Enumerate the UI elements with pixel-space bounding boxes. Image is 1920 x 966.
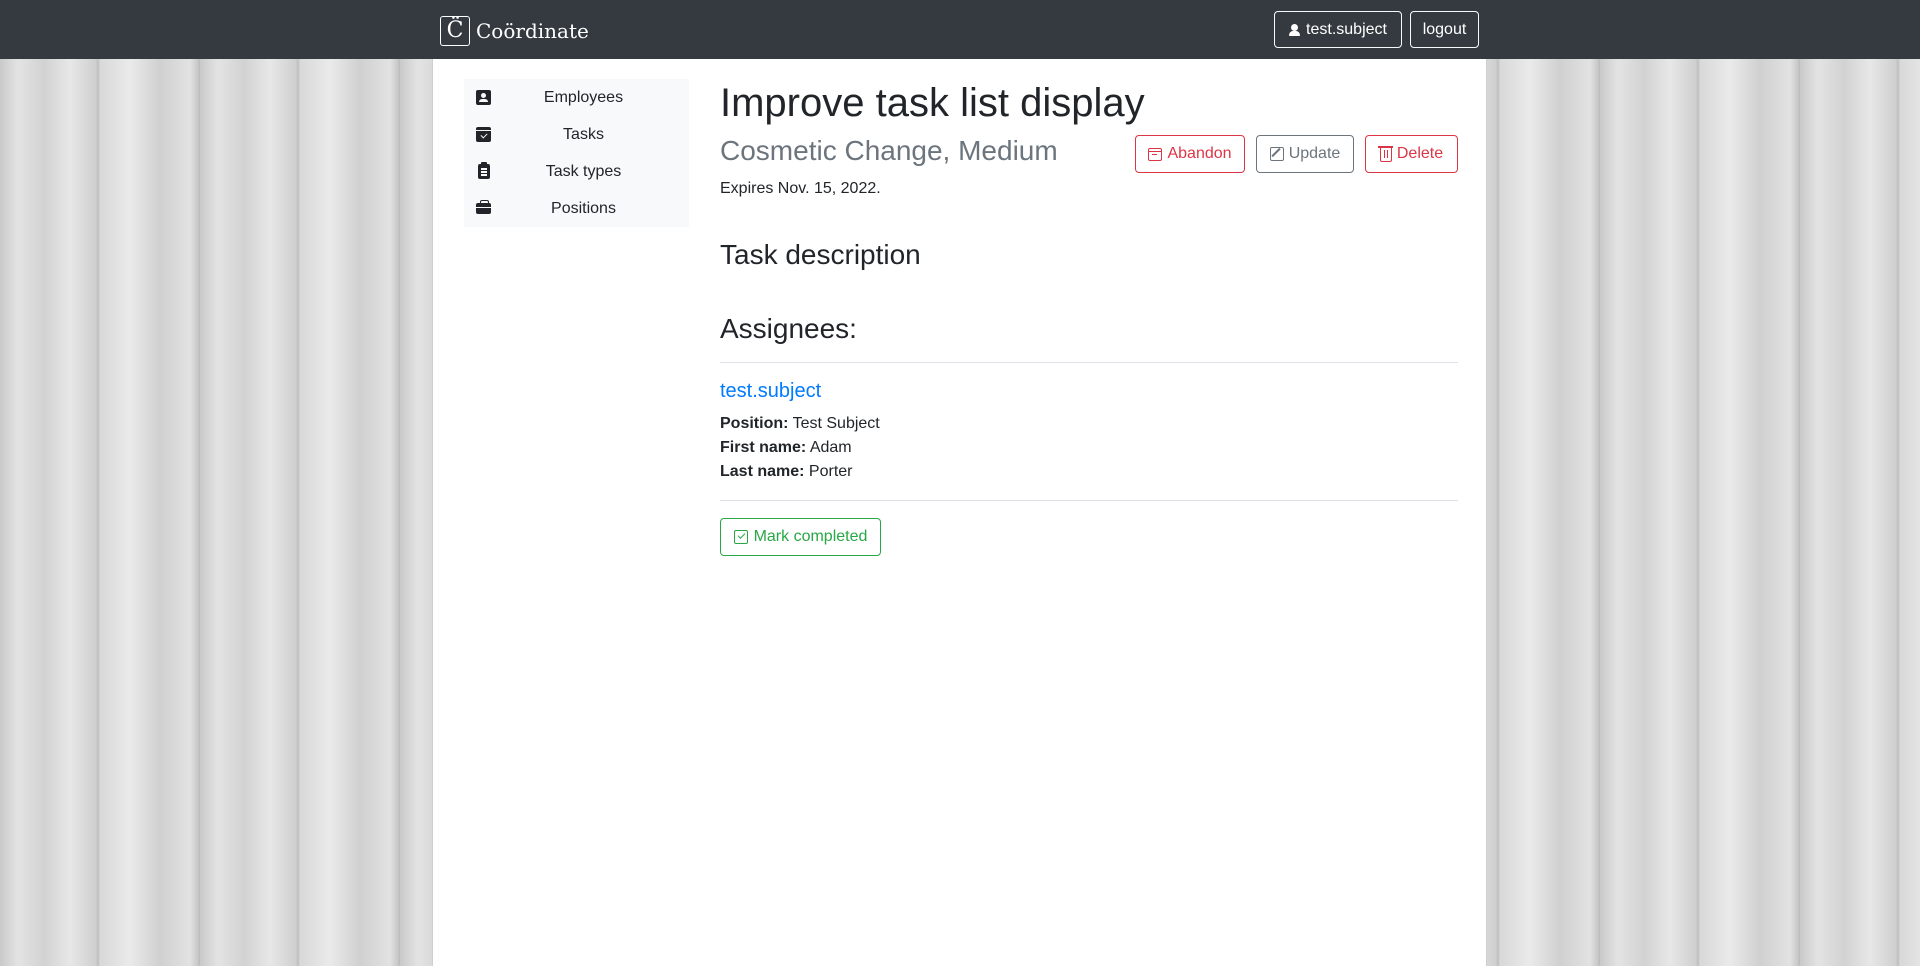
assignee-username-link[interactable]: test.subject — [720, 380, 821, 403]
delete-button[interactable]: Delete — [1365, 135, 1458, 173]
brand-name: Coördinate — [476, 19, 589, 43]
divider — [720, 500, 1458, 501]
sidebar-item-label: Task types — [545, 162, 622, 180]
sidebar-item-task-types[interactable]: Task types — [464, 153, 689, 190]
sidebar-item-label: Tasks — [563, 125, 604, 143]
task-type-subtitle: Cosmetic Change, Medium — [720, 135, 1058, 166]
last-name-label: Last name: — [720, 463, 805, 480]
sidebar-item-label: Employees — [543, 88, 624, 106]
position-label: Position: — [720, 415, 789, 432]
divider — [720, 362, 1458, 363]
position-value: Test Subject — [792, 415, 880, 432]
edit-icon — [1269, 147, 1284, 161]
mark-completed-button[interactable]: Mark completed — [720, 518, 881, 556]
last-name-value: Porter — [808, 463, 853, 480]
user-profile-button[interactable]: test.subject — [1274, 11, 1402, 48]
expiry-date: Expires Nov. 15, 2022. — [720, 180, 881, 197]
brand-logo-icon: C̈ — [440, 16, 470, 46]
assignee-position: Position: Test Subject — [720, 415, 880, 433]
update-label: Update — [1288, 145, 1341, 162]
trash-icon — [1377, 146, 1393, 162]
check-square-icon — [733, 530, 748, 544]
sidebar-item-positions[interactable]: Positions — [464, 190, 689, 227]
delete-label: Delete — [1396, 145, 1444, 162]
logout-button[interactable]: logout — [1410, 11, 1479, 48]
sidebar-item-employees[interactable]: Employees — [464, 79, 689, 116]
abandon-label: Abandon — [1167, 145, 1232, 162]
assignees-heading: Assignees: — [720, 313, 857, 344]
main-container: Employees Tasks Task types Positions Imp… — [432, 59, 1487, 966]
user-icon — [1289, 23, 1301, 36]
brand[interactable]: C̈ Coördinate — [440, 16, 589, 46]
sidebar-item-tasks[interactable]: Tasks — [464, 116, 689, 153]
mark-completed-label: Mark completed — [753, 528, 868, 545]
sidebar: Employees Tasks Task types Positions — [464, 79, 689, 227]
sidebar-item-label: Positions — [551, 199, 616, 217]
assignee-first-name: First name: Adam — [720, 439, 852, 457]
description-heading: Task description — [720, 239, 921, 270]
archive-icon — [1148, 147, 1163, 161]
assignee-last-name: Last name: Porter — [720, 463, 853, 481]
user-profile-label: test.subject — [1306, 20, 1387, 38]
first-name-value: Adam — [809, 439, 852, 456]
update-button[interactable]: Update — [1256, 135, 1354, 173]
page-title: Improve task list display — [720, 81, 1145, 125]
first-name-label: First name: — [720, 439, 807, 456]
navbar: C̈ Coördinate test.subject logout — [0, 0, 1920, 59]
abandon-button[interactable]: Abandon — [1135, 135, 1245, 173]
